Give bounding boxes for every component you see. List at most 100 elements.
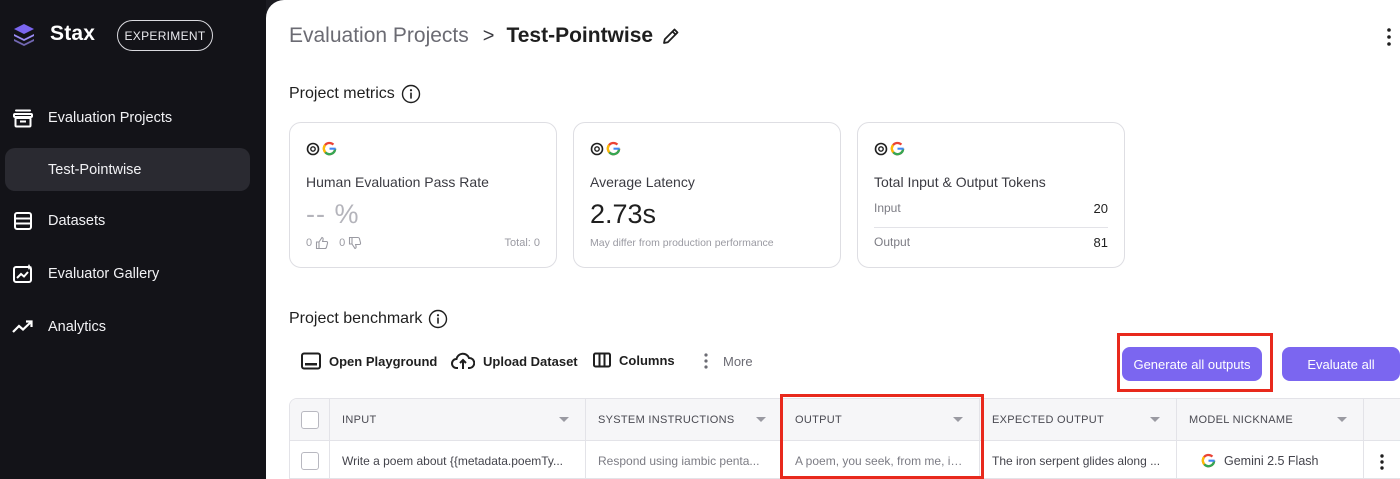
sidebar-item-test-pointwise[interactable]: Test-Pointwise [5, 148, 250, 191]
google-icon [1201, 453, 1216, 468]
openai-icon [590, 142, 604, 155]
cell-text: Write a poem about {{metadata.poemTy... [342, 453, 564, 468]
sidebar: Stax EXPERIMENT Evaluation Projects Test… [0, 0, 266, 479]
openai-icon [874, 142, 888, 155]
google-icon [890, 141, 905, 156]
cloud-upload-icon [451, 352, 475, 369]
metrics-title: Project metrics [289, 85, 395, 102]
caret-down-icon[interactable] [559, 417, 569, 422]
select-all-cell [290, 399, 330, 440]
thumbs-down-icon [349, 236, 362, 250]
sidebar-item-label: Datasets [48, 213, 106, 229]
open-playground-button[interactable]: Open Playground [301, 352, 437, 370]
vote-counts: 0 0 [306, 236, 372, 250]
brand[interactable]: Stax [12, 22, 95, 46]
divider [874, 227, 1108, 228]
provider-logos [874, 141, 905, 156]
row-select-cell [290, 441, 330, 478]
upload-dataset-button[interactable]: Upload Dataset [451, 352, 578, 370]
metric-card-title: Total Input & Output Tokens [874, 174, 1046, 190]
info-icon[interactable] [401, 84, 421, 104]
column-header-input[interactable]: INPUT [330, 399, 586, 440]
benchmark-title: Project benchmark [289, 310, 423, 327]
experiment-badge: EXPERIMENT [117, 20, 213, 51]
columns-button[interactable]: Columns [593, 352, 675, 368]
provider-logos [306, 141, 337, 156]
metrics-section-title: Project metrics [289, 84, 421, 104]
column-header-label: MODEL NICKNAME [1189, 413, 1294, 426]
evaluate-all-button[interactable]: Evaluate all [1282, 347, 1400, 381]
breadcrumb: Evaluation Projects > Test-Pointwise [289, 24, 681, 48]
columns-icon [593, 352, 611, 368]
sidebar-item-evaluation-projects[interactable]: Evaluation Projects [0, 98, 266, 138]
metric-card-pass-rate: Human Evaluation Pass Rate -- % 0 0 Tota… [289, 122, 557, 268]
main-panel: Evaluation Projects > Test-Pointwise Pro… [266, 0, 1400, 479]
sidebar-item-analytics[interactable]: Analytics [0, 307, 266, 347]
upload-dataset-label: Upload Dataset [483, 353, 578, 369]
column-header-label: EXPECTED OUTPUT [992, 413, 1105, 426]
thumbs-down-count: 0 [339, 237, 346, 249]
metric-card-title: Average Latency [590, 174, 695, 190]
select-all-checkbox[interactable] [301, 410, 319, 429]
cell-text: The iron serpent glides along ... [992, 453, 1161, 468]
column-header-model-nickname[interactable]: MODEL NICKNAME [1177, 399, 1364, 440]
metric-card-title: Human Evaluation Pass Rate [306, 174, 489, 190]
thumbs-up-count: 0 [306, 237, 313, 249]
row-more-vert-icon[interactable] [1377, 451, 1387, 473]
google-icon [606, 141, 621, 156]
caret-down-icon[interactable] [756, 417, 766, 422]
metric-card-value: 2.73s [590, 199, 657, 229]
table-icon [14, 212, 32, 230]
sidebar-item-label: Test-Pointwise [48, 161, 142, 178]
more-vert-icon[interactable] [1384, 26, 1394, 48]
sidebar-item-label: Evaluator Gallery [48, 266, 160, 282]
metric-card-total: Total: 0 [504, 237, 540, 249]
more-button[interactable]: More [703, 352, 753, 370]
cell-system-instructions[interactable]: Respond using iambic penta... [586, 441, 783, 478]
benchmark-section-title: Project benchmark [289, 309, 448, 329]
cell-input[interactable]: Write a poem about {{metadata.poemTy... [330, 441, 586, 478]
info-icon[interactable] [428, 309, 448, 329]
model-nickname: Gemini 2.5 Flash [1224, 453, 1319, 468]
sidebar-item-label: Analytics [48, 319, 107, 335]
metric-card-tokens: Total Input & Output Tokens Input 20 Out… [857, 122, 1125, 268]
app-name: Stax [50, 22, 96, 45]
column-header-label: INPUT [342, 413, 377, 426]
more-label: More [723, 353, 753, 369]
token-row-output: Output 81 [874, 229, 1108, 255]
column-header-expected-output[interactable]: EXPECTED OUTPUT [980, 399, 1177, 440]
google-icon [322, 141, 337, 156]
token-value: 81 [1093, 234, 1108, 250]
sidebar-item-evaluator-gallery[interactable]: Evaluator Gallery [0, 254, 266, 294]
openai-icon [306, 142, 320, 155]
metric-card-latency: Average Latency 2.73s May differ from pr… [573, 122, 841, 268]
pencil-edit-icon[interactable] [661, 26, 681, 46]
column-header-system-instructions[interactable]: SYSTEM INSTRUCTIONS [586, 399, 783, 440]
playground-window-icon [301, 352, 321, 370]
archive-icon [13, 109, 33, 128]
token-label: Output [874, 235, 911, 249]
stax-logo-icon [14, 24, 34, 46]
trending-up-icon [12, 320, 33, 333]
row-checkbox[interactable] [301, 451, 319, 470]
breadcrumb-parent-link[interactable]: Evaluation Projects [289, 24, 469, 48]
cell-expected-output[interactable]: The iron serpent glides along ... [980, 441, 1177, 478]
model-chip: Gemini 2.5 Flash [1201, 453, 1318, 468]
caret-down-icon[interactable] [1337, 417, 1347, 422]
columns-label: Columns [619, 352, 675, 368]
sidebar-item-datasets[interactable]: Datasets [0, 201, 266, 241]
metric-card-value: -- % [306, 199, 360, 229]
metric-card-note: May differ from production performance [590, 237, 774, 249]
token-value: 20 [1093, 200, 1108, 216]
cell-text: Respond using iambic penta... [598, 453, 760, 468]
output-column-highlight [780, 394, 984, 479]
cell-model-nickname[interactable]: Gemini 2.5 Flash [1177, 441, 1364, 478]
provider-logos [590, 141, 621, 156]
breadcrumb-separator: > [482, 24, 495, 47]
generate-button-highlight [1117, 333, 1273, 392]
caret-down-icon[interactable] [1150, 417, 1160, 422]
thumbs-up-icon [316, 236, 329, 250]
token-row-input: Input 20 [874, 195, 1108, 221]
gallery-chart-icon [13, 264, 32, 283]
sidebar-item-label: Evaluation Projects [48, 110, 173, 126]
